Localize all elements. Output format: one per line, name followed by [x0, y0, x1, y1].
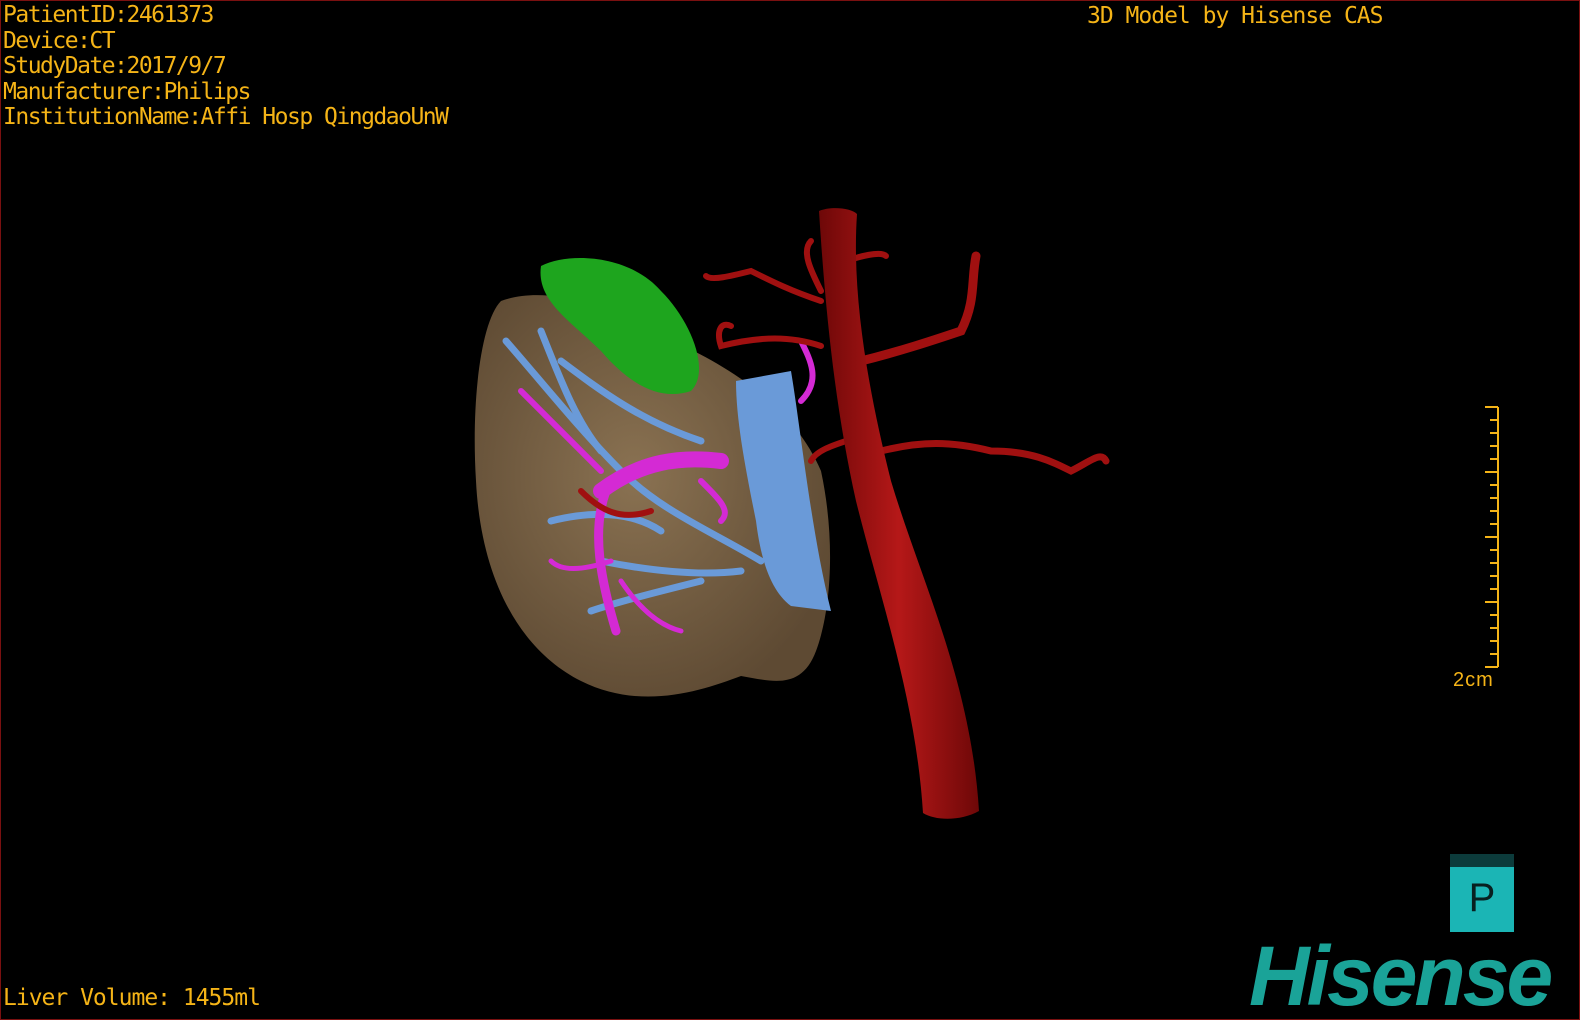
projection-icon: P — [1468, 876, 1496, 920]
projection-button-tab — [1450, 854, 1514, 867]
scale-label: 2cm — [1453, 669, 1494, 691]
projection-button[interactable]: P — [1450, 854, 1514, 932]
aorta — [819, 208, 979, 819]
scale-ruler — [1485, 406, 1499, 668]
3d-liver-model[interactable] — [1, 1, 1580, 1020]
hisense-logo: Hisense — [1249, 929, 1553, 1020]
3d-viewer[interactable]: PatientID:2461373 Device:CT StudyDate:2017… — [0, 0, 1580, 1020]
liver-volume: Liver Volume: 1455ml — [3, 985, 261, 1011]
